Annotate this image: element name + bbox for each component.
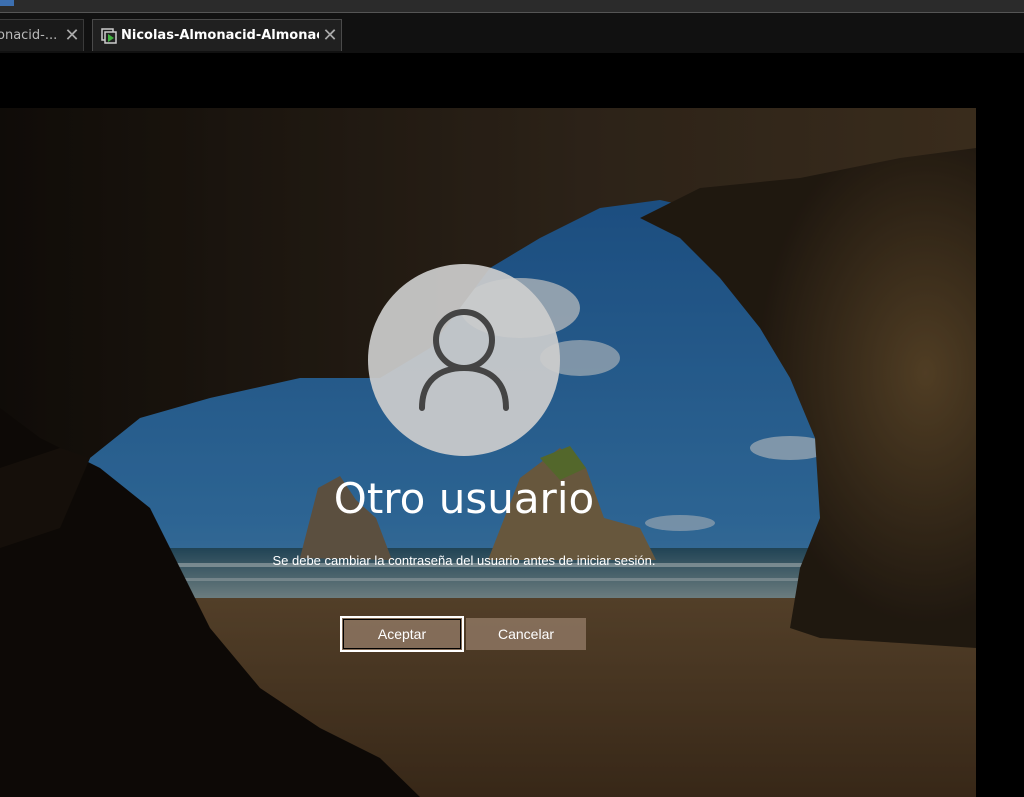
user-silhouette-icon — [419, 309, 509, 411]
window-corner-accent — [0, 0, 14, 6]
user-name-heading: Otro usuario — [333, 474, 595, 523]
cancel-button[interactable]: Cancelar — [466, 618, 586, 650]
vm-client-window: onacid-... ✕ Nicolas-Almonacid-Almonaci.… — [0, 0, 1024, 797]
close-icon[interactable]: ✕ — [61, 25, 83, 46]
tab-label: onacid-... — [0, 28, 58, 43]
windows-login-screen: Otro usuario Se debe cambiar la contrase… — [0, 108, 976, 797]
tab-previous-vm[interactable]: onacid-... ✕ — [0, 19, 84, 51]
password-change-message: Se debe cambiar la contraseña del usuari… — [272, 553, 656, 568]
vm-running-icon — [101, 27, 117, 44]
tab-current-vm[interactable]: Nicolas-Almonacid-Almonaci... ✕ — [92, 19, 342, 51]
tab-label: Nicolas-Almonacid-Almonaci... — [121, 28, 319, 43]
user-avatar — [368, 264, 560, 456]
tab-bar: onacid-... ✕ Nicolas-Almonacid-Almonaci.… — [0, 13, 1024, 53]
close-icon[interactable]: ✕ — [319, 25, 341, 46]
window-top-strip — [0, 0, 1024, 13]
accept-button[interactable]: Aceptar — [340, 616, 464, 652]
